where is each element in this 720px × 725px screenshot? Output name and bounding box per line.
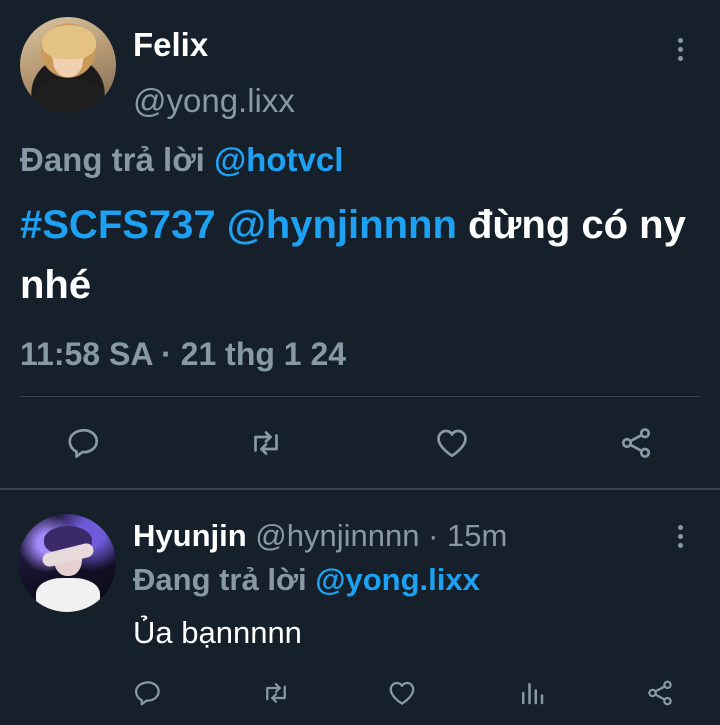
author-name[interactable]: Felix [133, 26, 208, 64]
author-handle[interactable]: @yong.lixx [133, 82, 295, 120]
like-icon[interactable] [432, 423, 472, 463]
avatar[interactable] [20, 17, 116, 113]
avatar-body-shape [34, 79, 104, 113]
share-icon[interactable] [616, 423, 656, 463]
more-options-icon[interactable] [678, 38, 684, 61]
main-tweet: Felix @yong.lixx Đang trả lời @hotvcl #S… [0, 0, 720, 490]
replying-prefix: Đang trả lời [20, 141, 205, 178]
hashtag-link[interactable]: #SCFS737 [20, 203, 216, 247]
tweet-separator [0, 488, 720, 490]
reply-text: Ủa bạnnnnn [133, 615, 302, 650]
avatar-body-shape [36, 578, 100, 612]
mention-link[interactable]: @hynjinnnn [227, 203, 457, 247]
replying-to-mention[interactable]: @yong.lixx [315, 562, 480, 597]
replying-prefix: Đang trả lời [133, 562, 307, 597]
avatar[interactable] [18, 514, 116, 612]
author-name[interactable]: Hyunjin [133, 518, 247, 553]
author-meta[interactable]: @hynjinnnn · 15m [255, 518, 507, 553]
tweet-detail-page: Felix @yong.lixx Đang trả lời @hotvcl #S… [0, 0, 720, 725]
reply-icon[interactable] [64, 423, 104, 463]
share-icon[interactable] [640, 673, 680, 713]
retweet-icon[interactable] [246, 423, 286, 463]
replying-to-line: Đang trả lời @yong.lixx [133, 562, 480, 598]
reply-icon[interactable] [128, 673, 168, 713]
more-options-icon[interactable] [678, 525, 684, 548]
avatar-hair-shape [42, 25, 96, 59]
tweet-timestamp: 11:58 SA · 21 thg 1 24 [20, 336, 347, 372]
stats-icon[interactable] [512, 673, 552, 713]
replying-to-line: Đang trả lời @hotvcl [20, 141, 343, 179]
reply-header: Hyunjin @hynjinnnn · 15m [133, 518, 507, 554]
retweet-icon[interactable] [256, 673, 296, 713]
tweet-text: #SCFS737 @hynjinnnn đừng có ny nhé [20, 195, 710, 315]
divider [20, 396, 700, 397]
like-icon[interactable] [382, 673, 422, 713]
replying-to-mention[interactable]: @hotvcl [214, 141, 343, 178]
